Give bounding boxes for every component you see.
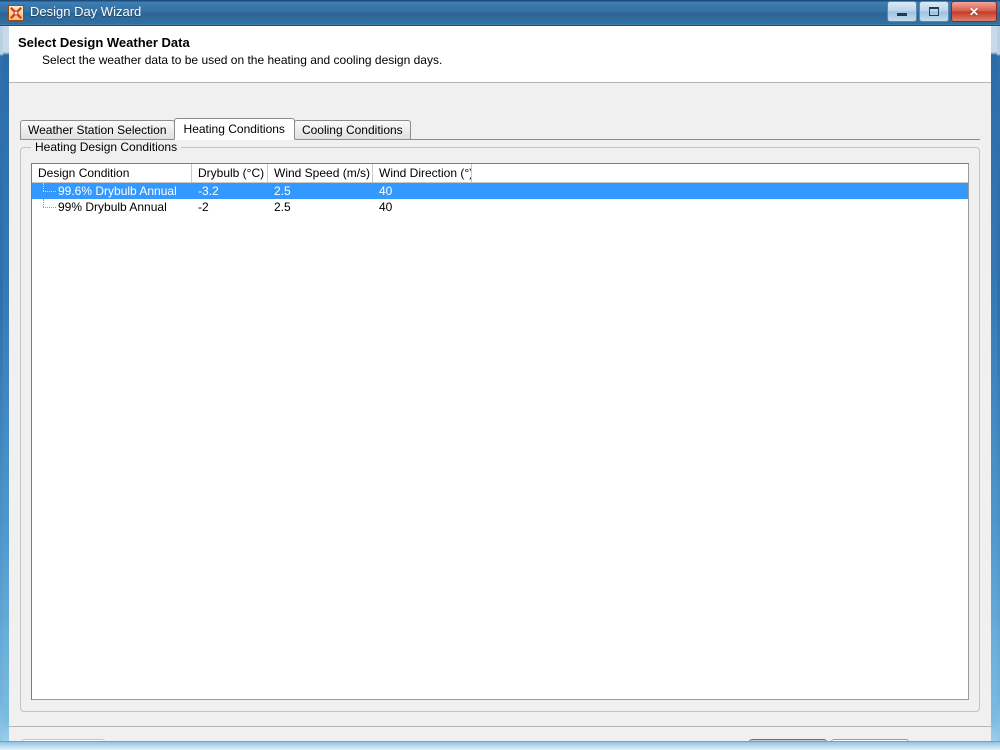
page-banner: Select Design Weather Data Select the we… [9,26,991,83]
window-border-left [0,0,9,750]
column-header-drybulb[interactable]: Drybulb (°C) [192,164,268,182]
page-subtitle: Select the weather data to be used on th… [42,53,443,67]
group-label: Heating Design Conditions [31,140,182,154]
tab-heating-conditions[interactable]: Heating Conditions [173,118,295,140]
close-icon: ✕ [968,4,980,19]
table-row[interactable]: 99% Drybulb Annual -2 2.5 40 [32,199,968,215]
heating-design-conditions-group: Heating Design Conditions Design Conditi… [20,140,980,712]
window-title: Design Day Wizard [30,4,142,19]
tab-weather-station-selection[interactable]: Weather Station Selection [20,120,175,139]
window-border-right [991,0,1000,750]
cell-wind-direction: 40 [379,200,393,214]
tab-label: Cooling Conditions [301,123,403,137]
minimize-button[interactable] [887,1,917,22]
maximize-icon [929,7,939,16]
window-controls: ✕ [887,1,997,22]
cell-wind-speed: 2.5 [274,200,291,214]
column-header-filler [472,164,968,182]
grid-header-row: Design Condition Drybulb (°C) Wind Speed… [32,164,968,183]
column-header-wind-direction[interactable]: Wind Direction (°) [373,164,472,182]
window-border-bottom [0,741,1000,750]
tab-label: Weather Station Selection [28,123,167,137]
tab-cooling-conditions[interactable]: Cooling Conditions [293,120,411,139]
cell-drybulb: -2 [198,200,209,214]
tree-branch-icon [32,183,58,199]
window-border-right-inner [991,0,997,750]
minimize-icon [897,13,907,16]
close-button[interactable]: ✕ [951,1,997,22]
design-condition-label: 99% Drybulb Annual [58,200,167,214]
wizard-panel: Weather Station Selection Heating Condit… [9,83,991,726]
tab-strip: Weather Station Selection Heating Condit… [20,118,980,140]
tab-label: Heating Conditions [183,122,285,136]
cell-wind-speed: 2.5 [274,184,291,198]
column-header-design-condition[interactable]: Design Condition [32,164,192,182]
cell-wind-direction: 40 [379,184,393,198]
title-bar[interactable]: Design Day Wizard ✕ [0,0,1000,26]
design-day-wizard-window: Design Day Wizard ✕ Select Design Weathe… [0,0,1000,750]
cell-design-condition: 99% Drybulb Annual [32,199,192,215]
design-condition-label: 99.6% Drybulb Annual [58,184,177,198]
page-title: Select Design Weather Data [18,35,190,50]
app-tools-icon [8,5,24,21]
cell-drybulb: -3.2 [198,184,219,198]
cell-design-condition: 99.6% Drybulb Annual [32,183,192,199]
maximize-button[interactable] [919,1,949,22]
column-header-wind-speed[interactable]: Wind Speed (m/s) [268,164,373,182]
client-area: Select Design Weather Data Select the we… [9,26,991,750]
table-row[interactable]: 99.6% Drybulb Annual -3.2 2.5 40 [32,183,968,199]
tree-branch-icon [32,199,58,215]
design-conditions-list[interactable]: Design Condition Drybulb (°C) Wind Speed… [31,163,969,700]
